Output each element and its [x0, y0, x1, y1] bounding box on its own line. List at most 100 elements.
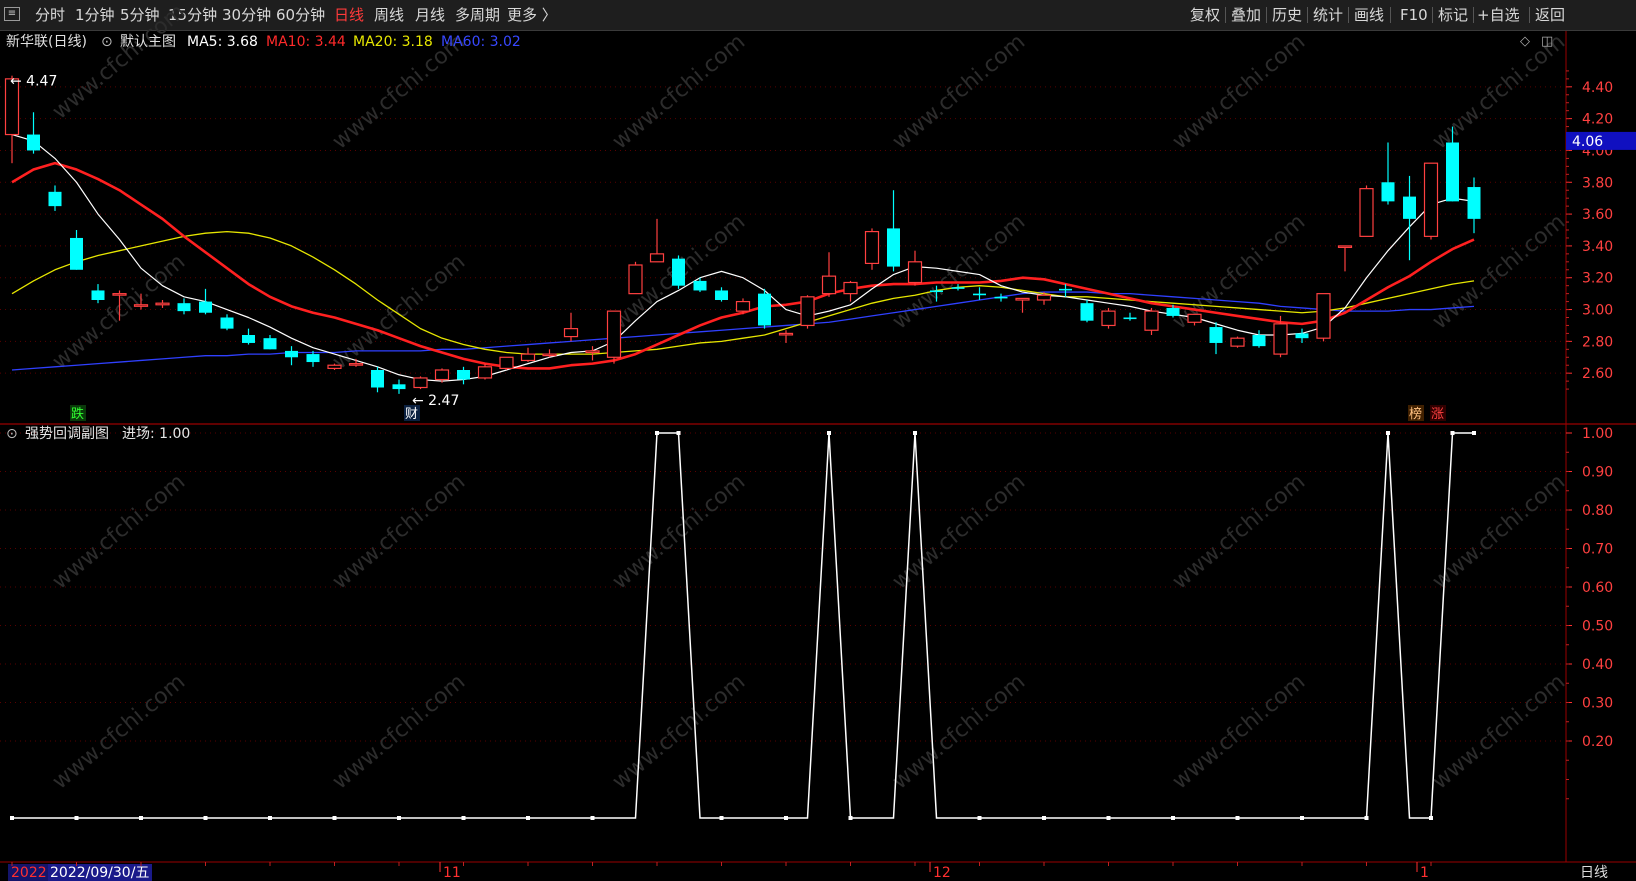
watermark-text: www.cfchi.com: [328, 469, 470, 594]
candle-body: [285, 350, 298, 358]
candle: [843, 280, 858, 302]
signal-point: [1171, 816, 1175, 820]
stock-name: 新华联(日线): [6, 34, 87, 50]
candle: [263, 335, 277, 350]
candle-body: [155, 302, 170, 306]
sub-toggle-icon[interactable]: ⊙: [6, 423, 18, 445]
sub-tick-label: 0.80: [1582, 503, 1613, 519]
candle-body: [1080, 303, 1094, 321]
candle-body: [930, 290, 943, 293]
candle-body: [1252, 335, 1266, 347]
candle: [242, 328, 255, 345]
signal-point: [784, 816, 788, 820]
sub-tick-label: 0.90: [1582, 465, 1613, 481]
ma20-value: MA20: 3.18: [353, 34, 433, 50]
sub-indicator-name[interactable]: 强势回调副图: [25, 423, 109, 445]
candle: [887, 190, 900, 272]
candle-body: [1230, 337, 1245, 347]
signal-point: [913, 431, 917, 435]
watermark-text: www.cfchi.com: [888, 29, 1030, 154]
candlestick-series: [4, 75, 1481, 394]
candle: [155, 300, 170, 308]
candle: [821, 252, 837, 297]
candle-body: [672, 258, 685, 286]
cai-tag: 财: [405, 407, 418, 422]
candle-body: [1144, 310, 1159, 331]
signal-point: [977, 816, 982, 820]
signal-point: [1364, 816, 1369, 820]
signal-point: [1450, 431, 1455, 435]
template-name[interactable]: 默认主图: [120, 31, 176, 53]
candle: [199, 288, 212, 315]
candle-body: [1359, 188, 1374, 237]
candle-body: [1209, 327, 1223, 343]
candle-body: [1403, 196, 1416, 219]
signal-point: [827, 431, 831, 435]
candle-body: [327, 364, 342, 370]
template-toggle-icon[interactable]: ⊙: [101, 31, 113, 53]
candle: [70, 230, 83, 270]
signal-point: [526, 816, 530, 820]
price-tick-label: 3.40: [1582, 239, 1613, 255]
watermark-text: www.cfchi.com: [48, 469, 190, 594]
candle-body: [306, 354, 320, 363]
panel-toggle-icon[interactable]: ◫: [1541, 31, 1553, 53]
signal-point: [1106, 816, 1111, 820]
candle: [457, 366, 470, 385]
candle-body: [434, 369, 450, 381]
price-tick-label: 2.80: [1582, 334, 1613, 350]
price-tick-label: 4.20: [1582, 112, 1613, 128]
candle-body: [242, 335, 255, 343]
candle: [1080, 300, 1094, 323]
candle-body: [778, 332, 794, 336]
watermark-text: www.cfchi.com: [1428, 669, 1570, 794]
candle: [1316, 293, 1331, 342]
candle-body: [1123, 317, 1137, 320]
candle-body: [133, 304, 149, 307]
current-price-label: 4.06: [1572, 134, 1603, 150]
watermark-text: www.cfchi.com: [608, 669, 750, 794]
ma60-value: MA60: 3.02: [441, 34, 521, 50]
candle-body: [649, 253, 665, 263]
price-tick-label: 2.60: [1582, 366, 1613, 382]
date-cursor-label: 2022/09/30/五: [50, 865, 149, 881]
candle: [220, 314, 234, 331]
signal-point: [203, 816, 208, 820]
kline-chart[interactable]: www.cfchi.com www.cfchi.com www.cfchi.com w…: [0, 0, 1636, 881]
candle-body: [758, 293, 771, 326]
candle-body: [1316, 293, 1331, 339]
candle: [1015, 297, 1030, 313]
signal-point: [268, 816, 272, 820]
watermark-text: www.cfchi.com: [1428, 209, 1570, 334]
candle-body: [1467, 187, 1481, 219]
sub-tick-label: 0.30: [1582, 696, 1613, 712]
candle: [1230, 336, 1245, 348]
candle-body: [48, 191, 62, 207]
candle: [628, 261, 643, 295]
ma10-value: MA10: 3.44: [266, 34, 346, 50]
candle: [1423, 162, 1439, 240]
candle-body: [1101, 310, 1116, 327]
candle-body: [542, 353, 557, 357]
signal-point: [1429, 816, 1433, 820]
candle-body: [27, 134, 40, 151]
candle: [649, 218, 665, 263]
watermark-text: www.cfchi.com: [328, 669, 470, 794]
watermark-text: www.cfchi.com: [1168, 469, 1310, 594]
candle: [1337, 245, 1353, 272]
signal-point: [397, 816, 401, 820]
candle-body: [693, 280, 707, 291]
watermark-text: www.cfchi.com: [48, 669, 190, 794]
signal-point: [655, 431, 659, 435]
candle-body: [1187, 313, 1202, 323]
signal-point: [1042, 816, 1046, 820]
candle: [177, 298, 191, 315]
candle: [27, 112, 40, 154]
candle-body: [973, 293, 986, 296]
candle-body: [477, 366, 493, 379]
diamond-icon[interactable]: ◇: [1520, 31, 1530, 53]
sub-tick-label: 0.20: [1582, 734, 1613, 750]
candle: [542, 349, 557, 358]
candle-body: [1273, 323, 1288, 355]
candle: [1359, 185, 1374, 237]
